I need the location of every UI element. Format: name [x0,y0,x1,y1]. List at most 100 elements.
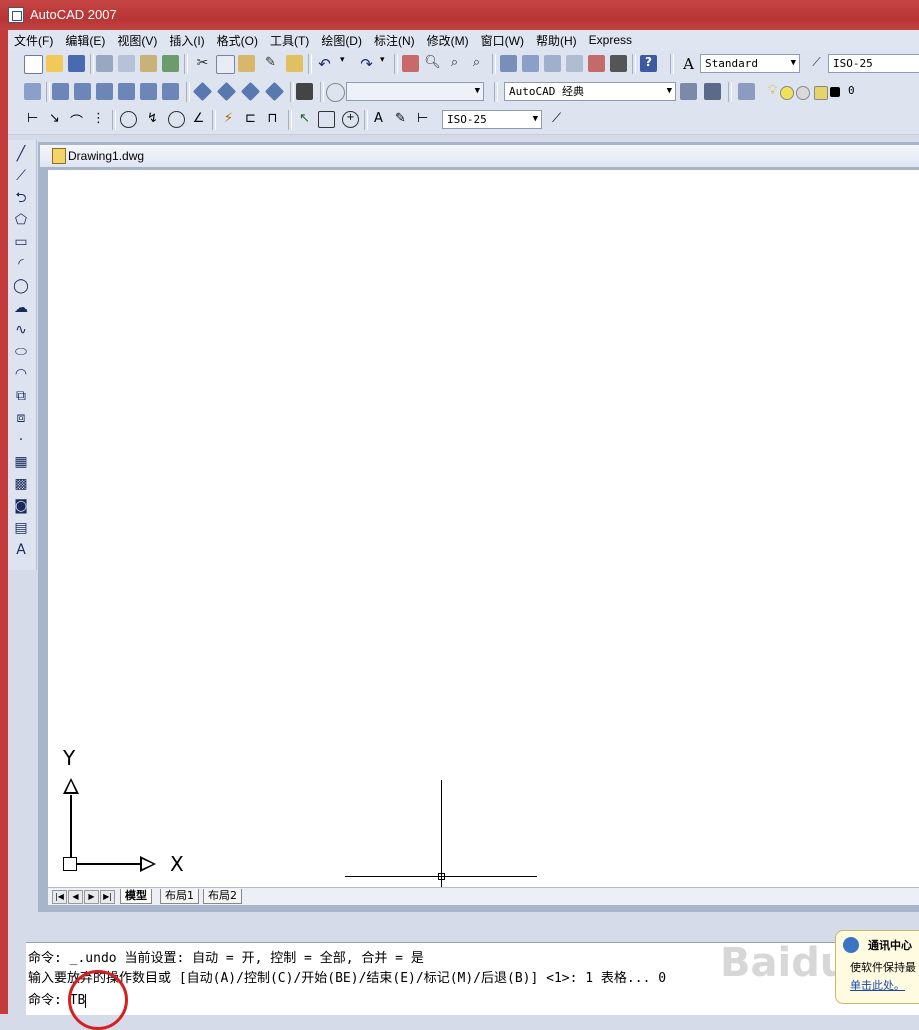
table-icon[interactable]: ▤ [13,520,29,536]
polygon-icon[interactable]: ⬠ [13,212,29,228]
autocad-app-icon[interactable] [8,7,24,23]
save-icon[interactable] [68,55,85,72]
workspace-icon[interactable] [24,83,41,100]
zoom-window-icon[interactable]: ⌕ [446,55,463,72]
next-tab-icon[interactable]: ▶ [84,890,99,904]
arc-length-icon[interactable]: ⌒ [68,111,85,130]
publish-icon[interactable] [140,55,157,72]
3d-view-back-icon[interactable] [140,83,157,100]
dimension-style-icon[interactable]: ⟋ [548,111,565,128]
help-icon[interactable]: ? [640,55,657,72]
camera-icon[interactable] [296,83,313,100]
menu-edit[interactable]: 编辑(E) [59,32,111,49]
match-properties-icon[interactable]: ✎ [262,55,279,72]
layer-select[interactable]: 0 [844,82,919,101]
save-workspace-icon[interactable] [704,83,721,100]
menu-modify[interactable]: 修改(M) [421,32,475,49]
leader-icon[interactable]: ↖ [296,111,313,128]
menu-window[interactable]: 窗口(W) [475,32,530,49]
menu-express[interactable]: Express [583,33,638,47]
layer-properties-icon[interactable] [738,83,755,100]
layer-viewport-icon[interactable] [796,86,810,100]
plot-icon[interactable] [96,55,113,72]
layer-freeze-icon[interactable] [780,86,794,100]
region-icon[interactable]: ◙ [13,498,29,514]
workspace-select[interactable]: AutoCAD 经典 ▼ [504,82,676,101]
iso-sw-icon[interactable] [192,81,213,102]
last-tab-icon[interactable]: ▶| [100,890,115,904]
new-file-icon[interactable] [24,55,43,74]
gradient-icon[interactable]: ▩ [13,476,29,492]
named-views-icon[interactable] [326,83,345,102]
menu-tools[interactable]: 工具(T) [264,32,315,49]
dim-style-icon[interactable]: ⟋ [808,55,825,72]
arc-icon[interactable]: ◜ [13,256,29,272]
open-file-icon[interactable] [46,55,63,72]
first-tab-icon[interactable]: |◀ [52,890,67,904]
polyline-icon[interactable]: ⮌ [13,190,29,206]
jogged-dim-icon[interactable]: ↯ [144,111,161,128]
notification-link[interactable]: 单击此处。 [850,977,905,993]
ellipse-icon[interactable]: ⬭ [13,344,29,360]
design-center-icon[interactable] [522,55,539,72]
multiline-text-icon[interactable]: A [13,542,29,558]
redo-dropdown-icon[interactable]: ▾ [380,55,389,72]
aligned-dim-icon[interactable]: ↘ [46,111,63,128]
dim-text-edit-icon[interactable]: ✎ [392,111,409,128]
linear-dim-icon[interactable]: ⊢ [24,111,41,128]
menu-dimension[interactable]: 标注(N) [368,32,421,49]
menu-draw[interactable]: 绘图(D) [315,32,368,49]
redo-icon[interactable]: ↷ [358,55,375,73]
plot-preview-icon[interactable] [118,55,135,72]
properties-icon[interactable] [500,55,517,72]
revision-cloud-icon[interactable]: ☁ [13,300,29,316]
markup-icon[interactable] [588,55,605,72]
cut-icon[interactable]: ✂ [194,55,211,72]
iso-nw-icon[interactable] [264,81,285,102]
continue-dim-icon[interactable]: ⊓ [264,111,281,128]
undo-icon[interactable]: ↶ [316,55,333,73]
calculator-icon[interactable] [610,55,627,72]
point-icon[interactable]: · [13,432,29,448]
ordinate-dim-icon[interactable]: ⋮ [90,111,107,128]
view-select[interactable]: ▼ [346,82,484,101]
zoom-realtime-icon[interactable]: 🔍︎ [424,55,441,72]
layer-lock-icon[interactable] [814,86,828,100]
3d-view-front-icon[interactable] [52,83,69,100]
dim-style-control-select[interactable]: ISO-25 ▼ [442,110,542,129]
quick-dim-icon[interactable]: ⚡ [220,111,237,128]
tab-model[interactable]: 模型 [120,889,152,904]
make-block-icon[interactable]: ⧈ [13,410,29,426]
dim-edit-icon[interactable]: A [370,111,387,128]
dim-update-icon[interactable]: ⊢ [414,111,431,128]
radius-dim-icon[interactable] [120,111,137,128]
menu-view[interactable]: 视图(V) [111,32,163,49]
3d-view-bottom-icon[interactable] [162,83,179,100]
drawing-canvas[interactable]: Y X [48,170,919,890]
zoom-previous-icon[interactable]: ⌕ [468,55,485,72]
paste-icon[interactable] [238,55,255,72]
3d-view-left-icon[interactable] [96,83,113,100]
sheet-set-icon[interactable] [566,55,583,72]
rectangle-icon[interactable]: ▭ [13,234,29,250]
3d-dwf-icon[interactable] [162,55,179,72]
circle-icon[interactable]: ◯ [13,278,29,294]
text-style-select[interactable]: Standard ▼ [700,54,800,73]
insert-block-icon[interactable]: ⧉ [13,388,29,404]
menu-help[interactable]: 帮助(H) [530,32,583,49]
hatch-icon[interactable]: ▦ [13,454,29,470]
tolerance-icon[interactable] [318,111,335,128]
layer-color-icon[interactable] [830,87,840,97]
construction-line-icon[interactable]: ⟋ [13,168,29,184]
menu-insert[interactable]: 插入(I) [163,32,210,49]
baseline-dim-icon[interactable]: ⊏ [242,111,259,128]
line-icon[interactable]: ╱ [13,146,29,162]
undo-dropdown-icon[interactable]: ▾ [340,55,349,72]
diameter-dim-icon[interactable] [168,111,185,128]
copy-icon[interactable] [216,55,235,74]
tab-layout1[interactable]: 布局1 [160,889,199,904]
pan-icon[interactable] [402,55,419,72]
tab-layout2[interactable]: 布局2 [203,889,242,904]
workspace-settings-icon[interactable] [680,83,697,100]
block-editor-icon[interactable] [286,55,303,72]
